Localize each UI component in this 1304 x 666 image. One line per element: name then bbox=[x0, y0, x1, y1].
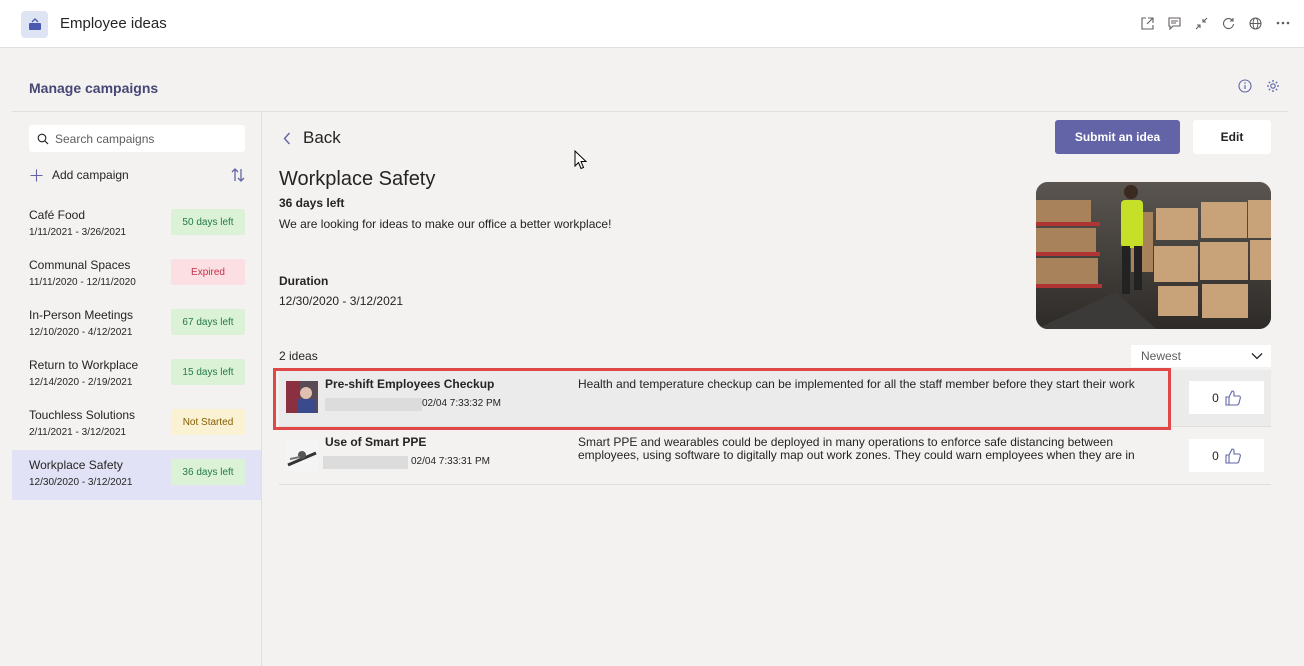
highlight-box bbox=[273, 368, 1171, 430]
panel-title: Manage campaigns bbox=[29, 80, 159, 96]
campaign-dates: 2/11/2021 - 3/12/2021 bbox=[29, 427, 127, 438]
like-count: 0 bbox=[1212, 390, 1219, 405]
thumbs-up-icon bbox=[1225, 447, 1241, 464]
back-label: Back bbox=[303, 128, 341, 147]
ideas-count: 2 ideas bbox=[279, 349, 318, 363]
idea-thumbnail bbox=[286, 439, 318, 471]
settings-gear-icon[interactable] bbox=[1266, 79, 1280, 98]
campaign-name: Workplace Safety bbox=[29, 458, 123, 472]
manage-campaigns-panel: Manage campaigns Add campaign Café Food … bbox=[12, 64, 1288, 666]
campaign-dates: 11/11/2020 - 12/11/2020 bbox=[29, 277, 136, 288]
campaign-item[interactable]: Return to Workplace 12/14/2020 - 2/19/20… bbox=[12, 350, 261, 400]
sort-order-icon[interactable] bbox=[230, 167, 246, 183]
idea-title[interactable]: Use of Smart PPE bbox=[325, 435, 426, 449]
add-campaign-label: Add campaign bbox=[52, 168, 129, 182]
chat-icon[interactable] bbox=[1167, 15, 1182, 31]
campaign-dates: 12/14/2020 - 2/19/2021 bbox=[29, 377, 133, 388]
campaign-title: Workplace Safety bbox=[279, 168, 436, 190]
status-badge: 15 days left bbox=[171, 359, 245, 385]
status-badge: Not Started bbox=[171, 409, 245, 435]
status-badge: 36 days left bbox=[171, 459, 245, 485]
campaign-item[interactable]: Touchless Solutions 2/11/2021 - 3/12/202… bbox=[12, 400, 261, 450]
sort-value: Newest bbox=[1141, 349, 1182, 363]
chevron-left-icon bbox=[283, 132, 291, 144]
campaign-item[interactable]: Café Food 1/11/2021 - 3/26/2021 50 days … bbox=[12, 200, 261, 250]
mouse-cursor-icon bbox=[574, 149, 588, 175]
more-icon[interactable] bbox=[1275, 15, 1290, 31]
collapse-icon[interactable] bbox=[1194, 15, 1209, 31]
info-icon[interactable] bbox=[1238, 79, 1252, 98]
campaign-banner-image bbox=[1036, 182, 1271, 329]
campaign-list: Café Food 1/11/2021 - 3/26/2021 50 days … bbox=[12, 200, 261, 500]
campaign-dates: 1/11/2021 - 3/26/2021 bbox=[29, 227, 127, 238]
campaign-sidebar: Add campaign Café Food 1/11/2021 - 3/26/… bbox=[12, 112, 262, 666]
edit-button[interactable]: Edit bbox=[1193, 120, 1271, 154]
like-button[interactable]: 0 bbox=[1189, 381, 1264, 414]
like-button[interactable]: 0 bbox=[1189, 439, 1264, 472]
submit-idea-button[interactable]: Submit an idea bbox=[1055, 120, 1180, 154]
search-icon bbox=[37, 133, 49, 144]
duration-label: Duration bbox=[279, 274, 329, 288]
idea-timestamp: 02/04 7:33:31 PM bbox=[411, 456, 490, 467]
popout-icon[interactable] bbox=[1140, 15, 1155, 31]
campaign-name: Return to Workplace bbox=[29, 358, 139, 372]
campaign-item[interactable]: In-Person Meetings 12/10/2020 - 4/12/202… bbox=[12, 300, 261, 350]
campaign-item[interactable]: Communal Spaces 11/11/2020 - 12/11/2020 … bbox=[12, 250, 261, 300]
sort-dropdown[interactable]: Newest bbox=[1131, 345, 1271, 367]
days-left: 36 days left bbox=[279, 196, 345, 210]
app-title: Employee ideas bbox=[60, 15, 167, 32]
status-badge: Expired bbox=[171, 259, 245, 285]
plus-icon bbox=[30, 169, 43, 181]
campaign-name: Café Food bbox=[29, 208, 86, 222]
campaign-dates: 12/30/2020 - 3/12/2021 bbox=[29, 477, 133, 488]
duration-value: 12/30/2020 - 3/12/2021 bbox=[279, 294, 404, 308]
campaign-description: We are looking for ideas to make our off… bbox=[279, 217, 612, 231]
idea-row[interactable]: Use of Smart PPE 02/04 7:33:31 PM Smart … bbox=[279, 428, 1271, 485]
status-badge: 50 days left bbox=[171, 209, 245, 235]
globe-icon[interactable] bbox=[1248, 15, 1263, 31]
thumbs-up-icon bbox=[1225, 389, 1241, 406]
campaign-name: Communal Spaces bbox=[29, 258, 131, 272]
chevron-down-icon bbox=[1251, 353, 1263, 360]
app-header: Employee ideas bbox=[0, 0, 1304, 48]
search-input[interactable] bbox=[55, 131, 235, 146]
campaign-name: In-Person Meetings bbox=[29, 308, 134, 322]
idea-description: Smart PPE and wearables could be deploye… bbox=[578, 436, 1135, 462]
campaign-name: Touchless Solutions bbox=[29, 408, 136, 422]
back-button[interactable]: Back bbox=[283, 128, 341, 148]
add-campaign-button[interactable]: Add campaign bbox=[30, 168, 129, 182]
redacted-author bbox=[323, 456, 408, 469]
campaign-dates: 12/10/2020 - 4/12/2021 bbox=[29, 327, 133, 338]
app-logo-icon bbox=[21, 11, 48, 38]
status-badge: 67 days left bbox=[171, 309, 245, 335]
refresh-icon[interactable] bbox=[1221, 15, 1236, 31]
like-count: 0 bbox=[1212, 448, 1219, 463]
campaign-item-selected[interactable]: Workplace Safety 12/30/2020 - 3/12/2021 … bbox=[12, 450, 261, 500]
search-box[interactable] bbox=[29, 125, 245, 152]
